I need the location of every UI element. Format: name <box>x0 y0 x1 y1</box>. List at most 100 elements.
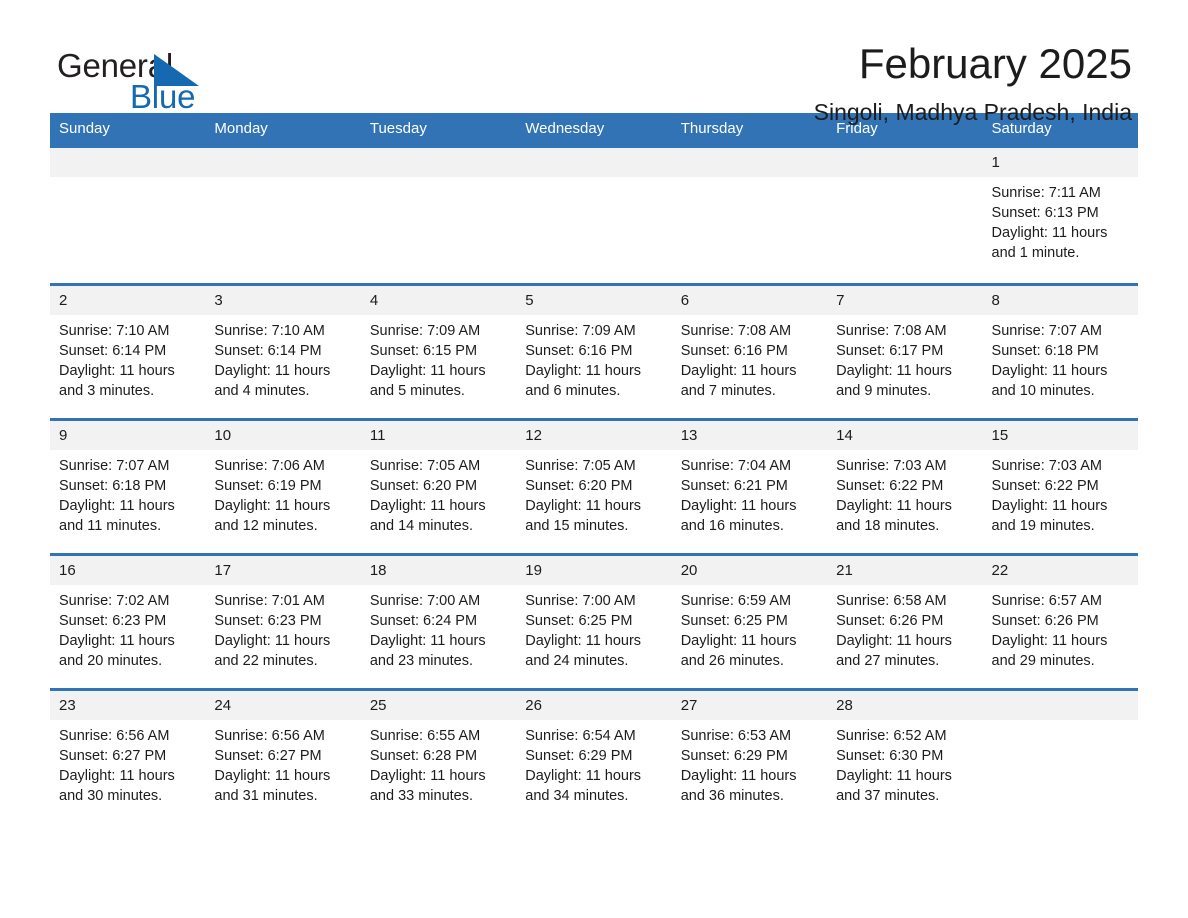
day-details: Sunrise: 6:57 AM Sunset: 6:26 PM Daylight:… <box>983 585 1138 671</box>
calendar-day-cell[interactable]: 18 Sunrise: 7:00 AM Sunset: 6:24 PM Dayligh… <box>360 553 517 690</box>
sunrise-text: Sunrise: 7:08 AM <box>680 323 792 339</box>
day-details: Sunrise: 7:09 AM Sunset: 6:15 PM Daylight:… <box>361 315 516 401</box>
daylight-text: Daylight: 11 hours and 18 minutes. <box>836 498 952 534</box>
calendar-day-cell[interactable]: 27 Sunrise: 6:53 AM Sunset: 6:29 PM Dayligh… <box>671 688 828 823</box>
sunrise-text: Sunrise: 6:52 AM <box>836 728 947 744</box>
calendar-day-cell[interactable]: 7 Sunrise: 7:08 AM Sunset: 6:17 PM Daylight… <box>827 283 983 420</box>
calendar-day-cell[interactable]: 23 Sunrise: 6:56 AM Sunset: 6:27 PM Dayligh… <box>50 688 206 823</box>
calendar-day-cell[interactable]: 15 Sunrise: 7:03 AM Sunset: 6:22 PM Dayligh… <box>982 418 1138 555</box>
calendar-day-cell[interactable]: 25 Sunrise: 6:55 AM Sunset: 6:28 PM Dayligh… <box>360 688 517 823</box>
day-number: 12 <box>516 421 672 450</box>
day-number: 18 <box>360 556 517 585</box>
daylight-text: Daylight: 11 hours and 16 minutes. <box>680 498 797 534</box>
sunset-text: Sunset: 6:24 PM <box>369 613 478 629</box>
day-number <box>671 148 828 177</box>
calendar-page: General Blue February 2025 Singoli, Madh… <box>0 0 1188 918</box>
weekday-header-monday: Monday <box>205 113 361 147</box>
calendar-day-cell[interactable]: 28 Sunrise: 6:52 AM Sunset: 6:30 PM Dayligh… <box>827 688 983 823</box>
sunset-text: Sunset: 6:17 PM <box>836 343 944 359</box>
calendar-day-cell[interactable]: 24 Sunrise: 6:56 AM Sunset: 6:27 PM Dayligh… <box>205 688 361 823</box>
day-details: Sunrise: 7:06 AM Sunset: 6:19 PM Daylight:… <box>205 450 360 536</box>
calendar-day-cell[interactable]: 14 Sunrise: 7:03 AM Sunset: 6:22 PM Dayligh… <box>827 418 983 555</box>
day-details: Sunrise: 7:11 AM Sunset: 6:13 PM Daylight:… <box>983 177 1138 263</box>
calendar-empty-cell <box>982 688 1138 823</box>
calendar-day-cell[interactable]: 16 Sunrise: 7:02 AM Sunset: 6:23 PM Dayligh… <box>50 553 206 690</box>
day-number: 8 <box>982 286 1138 315</box>
brand-name-blue: Blue <box>130 78 196 115</box>
calendar-day-cell[interactable]: 4 Sunrise: 7:09 AM Sunset: 6:15 PM Daylight… <box>360 283 517 420</box>
day-details: Sunrise: 7:08 AM Sunset: 6:16 PM Daylight:… <box>672 315 827 401</box>
sunset-text: Sunset: 6:27 PM <box>59 748 167 764</box>
calendar-day-cell[interactable]: 17 Sunrise: 7:01 AM Sunset: 6:23 PM Dayligh… <box>205 553 361 690</box>
calendar-empty-cell <box>360 145 517 285</box>
daylight-text: Daylight: 11 hours and 20 minutes. <box>59 633 175 669</box>
sunset-text: Sunset: 6:13 PM <box>991 205 1099 221</box>
day-number: 14 <box>827 421 983 450</box>
day-details: Sunrise: 6:52 AM Sunset: 6:30 PM Daylight:… <box>827 720 982 806</box>
page-subtitle: Singoli, Madhya Pradesh, India <box>813 99 1132 125</box>
sunset-text: Sunset: 6:14 PM <box>214 343 322 359</box>
calendar-day-cell[interactable]: 19 Sunrise: 7:00 AM Sunset: 6:25 PM Dayligh… <box>516 553 672 690</box>
calendar-day-cell[interactable]: 8 Sunrise: 7:07 AM Sunset: 6:18 PM Daylight… <box>982 283 1138 420</box>
calendar-day-cell[interactable]: 2 Sunrise: 7:10 AM Sunset: 6:14 PM Daylight… <box>50 283 206 420</box>
sunrise-text: Sunrise: 7:07 AM <box>59 458 170 474</box>
sunrise-text: Sunrise: 7:07 AM <box>991 323 1102 339</box>
sunset-text: Sunset: 6:16 PM <box>680 343 788 359</box>
daylight-text: Daylight: 11 hours and 34 minutes. <box>525 768 642 804</box>
calendar-day-cell[interactable]: 5 Sunrise: 7:09 AM Sunset: 6:16 PM Daylight… <box>516 283 672 420</box>
sunset-text: Sunset: 6:18 PM <box>59 478 167 494</box>
calendar-day-cell[interactable]: 11 Sunrise: 7:05 AM Sunset: 6:20 PM Dayligh… <box>360 418 517 555</box>
calendar-day-cell[interactable]: 3 Sunrise: 7:10 AM Sunset: 6:14 PM Daylight… <box>205 283 361 420</box>
day-details: Sunrise: 7:07 AM Sunset: 6:18 PM Daylight:… <box>983 315 1138 401</box>
day-number: 26 <box>516 691 672 720</box>
sunrise-text: Sunrise: 7:00 AM <box>369 593 481 609</box>
day-details: Sunrise: 7:05 AM Sunset: 6:20 PM Daylight:… <box>361 450 516 536</box>
day-details: Sunrise: 7:08 AM Sunset: 6:17 PM Daylight:… <box>827 315 982 401</box>
daylight-text: Daylight: 11 hours and 5 minutes. <box>369 363 486 399</box>
sunrise-text: Sunrise: 6:57 AM <box>991 593 1102 609</box>
daylight-text: Daylight: 11 hours and 14 minutes. <box>369 498 486 534</box>
sunrise-text: Sunrise: 7:08 AM <box>836 323 947 339</box>
sunset-text: Sunset: 6:19 PM <box>214 478 322 494</box>
brand-logo[interactable]: General Blue <box>57 46 377 116</box>
sunrise-text: Sunrise: 7:11 AM <box>991 185 1101 201</box>
calendar-day-cell[interactable]: 22 Sunrise: 6:57 AM Sunset: 6:26 PM Dayligh… <box>982 553 1138 690</box>
sunrise-text: Sunrise: 7:03 AM <box>991 458 1102 474</box>
page-header: General Blue February 2025 Singoli, Madh… <box>50 0 1138 125</box>
day-number: 16 <box>50 556 206 585</box>
calendar-day-cell[interactable]: 12 Sunrise: 7:05 AM Sunset: 6:20 PM Dayligh… <box>516 418 672 555</box>
day-details: Sunrise: 6:58 AM Sunset: 6:26 PM Daylight:… <box>827 585 982 671</box>
sunset-text: Sunset: 6:29 PM <box>525 748 633 764</box>
sunset-text: Sunset: 6:18 PM <box>991 343 1099 359</box>
calendar-day-cell[interactable]: 9 Sunrise: 7:07 AM Sunset: 6:18 PM Daylight… <box>50 418 206 555</box>
daylight-text: Daylight: 11 hours and 15 minutes. <box>525 498 642 534</box>
sunset-text: Sunset: 6:25 PM <box>525 613 633 629</box>
day-details: Sunrise: 7:07 AM Sunset: 6:18 PM Daylight:… <box>50 450 205 536</box>
sunrise-text: Sunrise: 7:00 AM <box>525 593 636 609</box>
day-number: 7 <box>827 286 983 315</box>
daylight-text: Daylight: 11 hours and 12 minutes. <box>214 498 331 534</box>
sunset-text: Sunset: 6:23 PM <box>214 613 322 629</box>
calendar-day-cell[interactable]: 10 Sunrise: 7:06 AM Sunset: 6:19 PM Dayligh… <box>205 418 361 555</box>
daylight-text: Daylight: 11 hours and 30 minutes. <box>59 768 175 804</box>
calendar-day-cell[interactable]: 6 Sunrise: 7:08 AM Sunset: 6:16 PM Daylight… <box>671 283 828 420</box>
sunset-text: Sunset: 6:20 PM <box>525 478 633 494</box>
calendar-day-cell[interactable]: 13 Sunrise: 7:04 AM Sunset: 6:21 PM Dayligh… <box>671 418 828 555</box>
day-details: Sunrise: 7:10 AM Sunset: 6:14 PM Daylight:… <box>205 315 360 401</box>
day-number: 24 <box>205 691 361 720</box>
day-details: Sunrise: 7:03 AM Sunset: 6:22 PM Daylight:… <box>827 450 982 536</box>
calendar-day-cell[interactable]: 21 Sunrise: 6:58 AM Sunset: 6:26 PM Dayligh… <box>827 553 983 690</box>
daylight-text: Daylight: 11 hours and 33 minutes. <box>369 768 486 804</box>
daylight-text: Daylight: 11 hours and 11 minutes. <box>59 498 175 534</box>
sunset-text: Sunset: 6:29 PM <box>680 748 788 764</box>
day-details: Sunrise: 7:00 AM Sunset: 6:25 PM Daylight:… <box>516 585 671 671</box>
calendar-day-cell[interactable]: 26 Sunrise: 6:54 AM Sunset: 6:29 PM Dayligh… <box>516 688 672 823</box>
sunset-text: Sunset: 6:20 PM <box>369 478 478 494</box>
calendar-day-cell[interactable]: 20 Sunrise: 6:59 AM Sunset: 6:25 PM Dayligh… <box>671 553 828 690</box>
daylight-text: Daylight: 11 hours and 4 minutes. <box>214 363 331 399</box>
day-number: 1 <box>982 148 1138 177</box>
day-details: Sunrise: 7:01 AM Sunset: 6:23 PM Daylight:… <box>205 585 360 671</box>
calendar-day-cell[interactable]: 1 Sunrise: 7:11 AM Sunset: 6:13 PM Daylight… <box>982 145 1138 285</box>
sunrise-text: Sunrise: 6:56 AM <box>59 728 170 744</box>
sunset-text: Sunset: 6:15 PM <box>369 343 478 359</box>
